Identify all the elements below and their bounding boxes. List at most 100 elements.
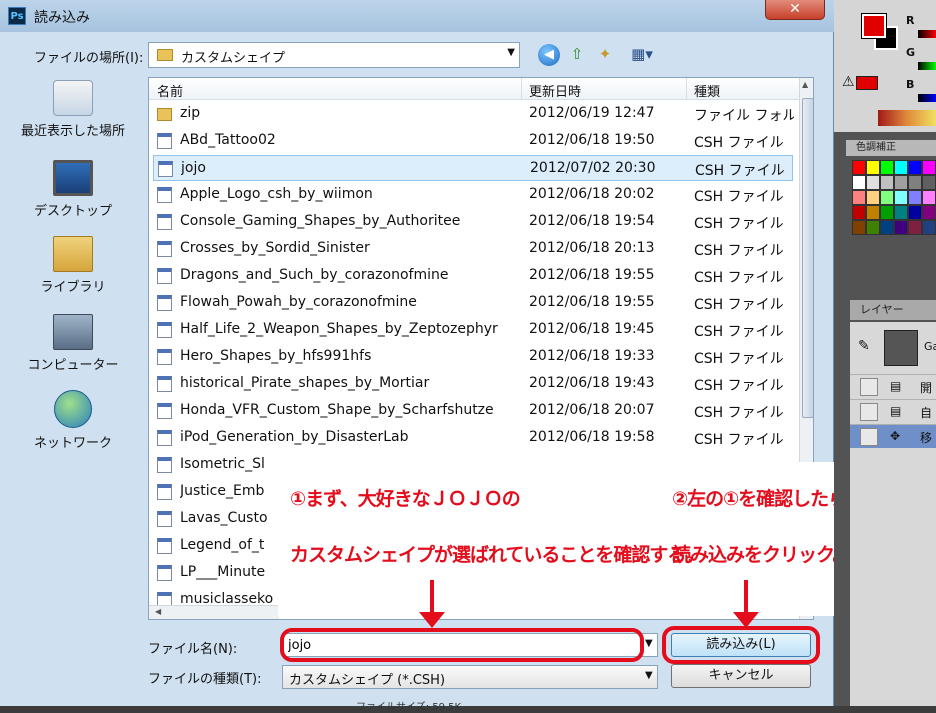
gamut-warning-icon[interactable]: ⚠ xyxy=(842,74,855,90)
scrollbar-thumb[interactable] xyxy=(802,98,813,418)
color-swatch[interactable] xyxy=(922,190,936,205)
scroll-up-arrow-icon[interactable]: ▲ xyxy=(802,80,808,89)
file-type: CSH ファイル xyxy=(694,270,784,286)
color-ramp[interactable] xyxy=(878,110,936,126)
close-button[interactable]: ✕ xyxy=(765,0,825,20)
gamut-color-swatch[interactable] xyxy=(856,76,878,90)
title-bar[interactable]: Ps 読み込み ✕ xyxy=(0,0,834,32)
up-folder-button[interactable]: ⇧ xyxy=(566,42,588,66)
file-name: zip xyxy=(180,105,201,121)
color-swatch[interactable] xyxy=(908,175,922,190)
back-button[interactable]: ◀ xyxy=(538,44,560,66)
visibility-toggle[interactable] xyxy=(860,428,878,446)
layer-row[interactable]: ▤ 自 xyxy=(850,399,936,423)
chevron-down-icon[interactable]: ▼ xyxy=(507,47,515,58)
place-recent[interactable]: 最近表示した場所 xyxy=(8,80,138,139)
file-row[interactable]: Half_Life_2_Weapon_Shapes_by_Zeptozephyr… xyxy=(153,317,793,343)
color-swatch[interactable] xyxy=(852,220,866,235)
color-swatch[interactable] xyxy=(866,220,880,235)
place-label: ネットワーク xyxy=(33,436,112,451)
color-swatch[interactable] xyxy=(922,160,936,175)
annotation-step1-title: ①まず、大好きなＪＯＪＯの xyxy=(290,488,521,510)
color-swatch[interactable] xyxy=(922,220,936,235)
color-swatch[interactable] xyxy=(894,190,908,205)
color-swatch[interactable] xyxy=(894,175,908,190)
color-swatch[interactable] xyxy=(866,160,880,175)
color-swatch[interactable] xyxy=(894,220,908,235)
color-swatch[interactable] xyxy=(894,160,908,175)
color-swatch[interactable] xyxy=(852,190,866,205)
adjustments-tab[interactable]: 色調補正 xyxy=(846,140,936,156)
color-swatch[interactable] xyxy=(880,175,894,190)
color-swatch[interactable] xyxy=(922,175,936,190)
place-network[interactable]: ネットワーク xyxy=(8,390,138,451)
color-swatch[interactable] xyxy=(880,205,894,220)
layer-thumbnail[interactable] xyxy=(884,330,918,366)
color-swatch[interactable] xyxy=(908,205,922,220)
layer-row-selected[interactable]: ✥ 移 xyxy=(850,424,936,448)
blue-slider[interactable] xyxy=(918,94,936,102)
color-swatch[interactable] xyxy=(922,205,936,220)
new-folder-button[interactable]: ✦ xyxy=(594,42,616,66)
visibility-toggle[interactable] xyxy=(860,378,878,396)
file-row[interactable]: ABd_Tattoo02 2012/06/18 19:50 CSH ファイル xyxy=(153,128,793,154)
file-type: CSH ファイル xyxy=(694,324,784,340)
color-swatch[interactable] xyxy=(908,220,922,235)
scroll-left-arrow-icon[interactable]: ◀ xyxy=(155,607,161,616)
color-swatch[interactable] xyxy=(866,190,880,205)
filetype-select[interactable]: カスタムシェイプ (*.CSH) xyxy=(282,665,658,689)
color-swatch[interactable] xyxy=(852,160,866,175)
file-row[interactable]: jojo 2012/07/02 20:30 CSH ファイル xyxy=(153,155,793,181)
filetype-label: ファイルの種類(T): xyxy=(148,672,262,687)
color-swatch[interactable] xyxy=(880,220,894,235)
chevron-down-icon[interactable]: ▼ xyxy=(645,670,653,681)
color-swatch[interactable] xyxy=(908,160,922,175)
color-swatch[interactable] xyxy=(908,190,922,205)
color-swatch[interactable] xyxy=(880,190,894,205)
column-divider[interactable] xyxy=(521,78,522,100)
visibility-toggle[interactable] xyxy=(860,403,878,421)
column-header-name[interactable]: 名前 xyxy=(157,81,183,100)
location-combo[interactable]: カスタムシェイプ ▼ xyxy=(148,42,520,68)
file-row[interactable]: zip 2012/06/19 12:47 ファイル フォルダー xyxy=(153,101,794,127)
place-libraries[interactable]: ライブラリ xyxy=(8,236,138,295)
color-swatch[interactable] xyxy=(894,205,908,220)
chevron-down-icon[interactable]: ▼ xyxy=(645,638,653,649)
file-date: 2012/06/18 19:55 xyxy=(529,267,655,283)
foreground-color-swatch[interactable] xyxy=(861,13,887,39)
file-date: 2012/06/18 20:02 xyxy=(529,186,655,202)
network-globe-icon xyxy=(54,390,92,428)
csh-file-icon xyxy=(157,268,172,284)
swatches-grid xyxy=(852,160,936,260)
layers-tab[interactable]: レイヤー xyxy=(850,300,936,320)
place-desktop[interactable]: デスクトップ xyxy=(8,160,138,219)
computer-icon xyxy=(53,314,93,350)
column-divider[interactable] xyxy=(686,78,687,100)
cancel-button[interactable]: キャンセル xyxy=(671,664,811,688)
layer-row[interactable]: ▤ 開 xyxy=(850,374,936,398)
file-row[interactable]: historical_Pirate_shapes_by_Mortiar 2012/… xyxy=(153,371,793,397)
file-row[interactable]: Console_Gaming_Shapes_by_Authoritee 2012/… xyxy=(153,209,793,235)
file-row[interactable]: Hero_Shapes_by_hfs991hfs 2012/06/18 19:33… xyxy=(153,344,793,370)
place-computer[interactable]: コンピューター xyxy=(8,314,138,373)
color-swatch[interactable] xyxy=(866,205,880,220)
color-swatch[interactable] xyxy=(852,205,866,220)
brush-icon[interactable]: ✎ xyxy=(858,338,870,354)
red-slider[interactable] xyxy=(918,30,936,38)
color-swatch[interactable] xyxy=(866,175,880,190)
move-icon: ✥ xyxy=(890,429,901,443)
color-swatch[interactable] xyxy=(852,175,866,190)
file-row[interactable]: Apple_Logo_csh_by_wiimon 2012/06/18 20:02… xyxy=(153,182,793,208)
file-row[interactable]: iPod_Generation_by_DisasterLab 2012/06/18… xyxy=(153,425,793,451)
horizontal-scrollbar[interactable]: ◀ xyxy=(149,605,279,619)
color-swatch[interactable] xyxy=(880,160,894,175)
column-header-type[interactable]: 種類 xyxy=(694,81,720,100)
view-menu-button[interactable]: ▦▾ xyxy=(624,42,660,66)
file-row[interactable]: Dragons_and_Such_by_corazonofmine 2012/06… xyxy=(153,263,793,289)
green-slider[interactable] xyxy=(918,62,936,70)
file-row[interactable]: Crosses_by_Sordid_Sinister 2012/06/18 20:… xyxy=(153,236,793,262)
column-header-date[interactable]: 更新日時 xyxy=(529,81,581,100)
file-name: Crosses_by_Sordid_Sinister xyxy=(180,240,370,256)
file-row[interactable]: Flowah_Powah_by_corazonofmine 2012/06/18 … xyxy=(153,290,793,316)
file-row[interactable]: Honda_VFR_Custom_Shape_by_Scharfshutze 20… xyxy=(153,398,793,424)
